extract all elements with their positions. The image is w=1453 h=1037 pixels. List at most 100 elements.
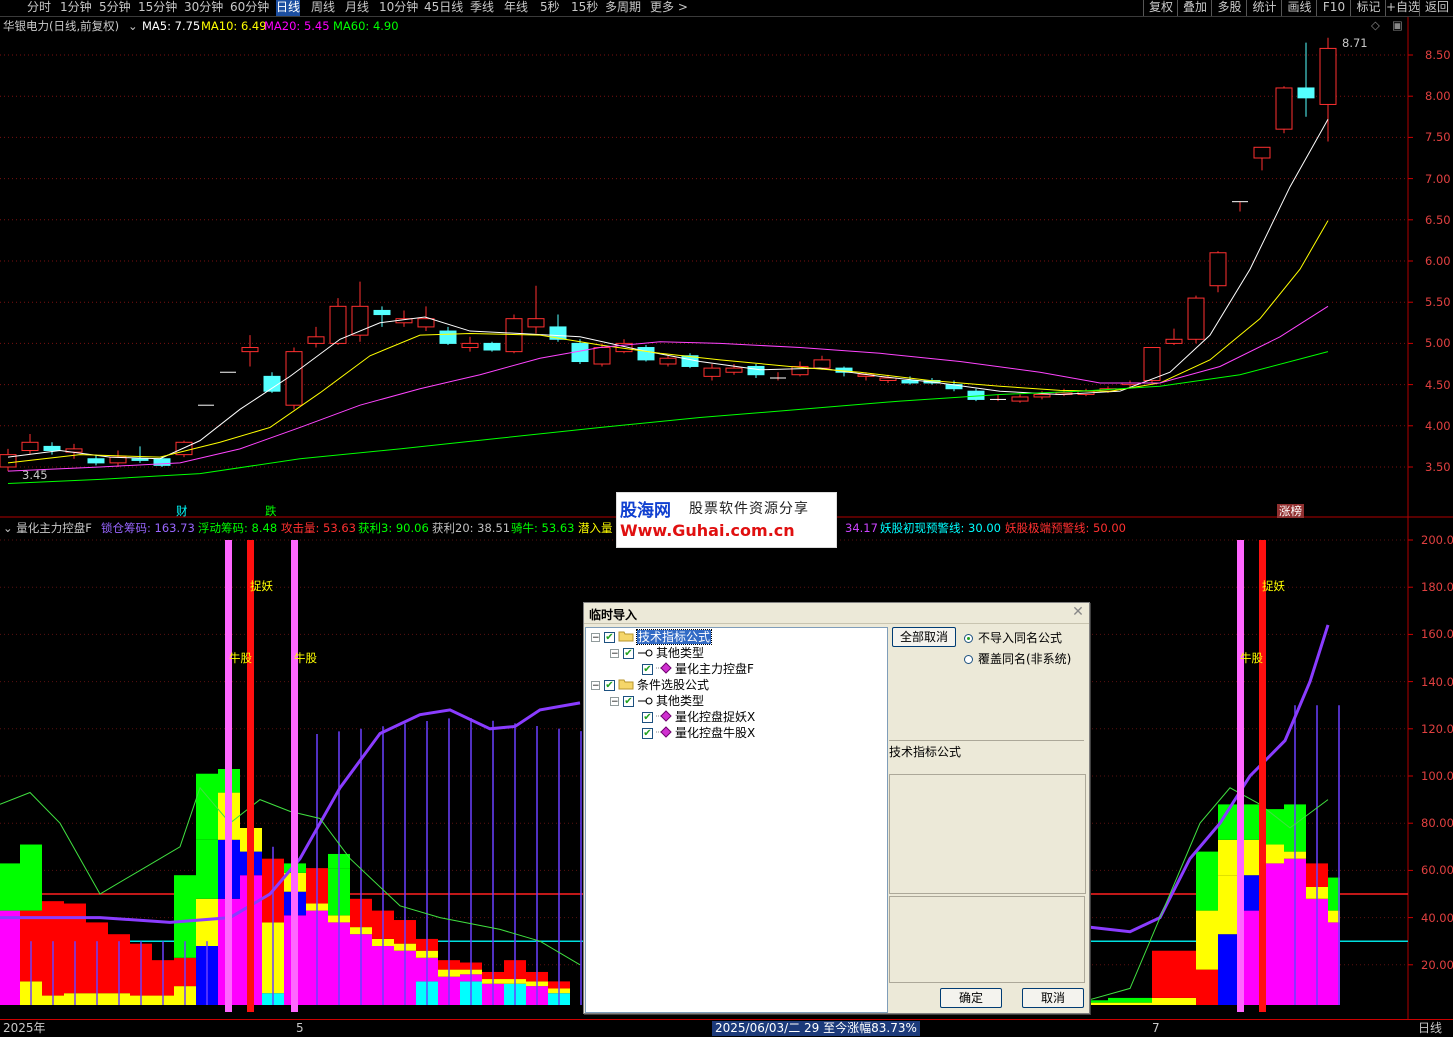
radio-selected-icon[interactable] xyxy=(964,634,973,643)
candle-body xyxy=(1143,347,1161,381)
indicator-column-segment xyxy=(1108,997,1130,1003)
formula-tree[interactable]: − ✔ 技术指标公式 − ✔ 其他类型 ✔ 量化主力控盘F − ✔ 条件选股公式 − ✔ 其他类型 ✔ 量化控… xyxy=(585,627,888,1013)
candle-body xyxy=(1253,146,1271,159)
checkbox-checked-icon[interactable]: ✔ xyxy=(642,728,653,739)
detail-box[interactable] xyxy=(889,896,1085,983)
candle-body xyxy=(43,445,61,452)
period-tab-16[interactable]: 更多 > xyxy=(650,0,688,16)
dialog-titlebar[interactable]: 临时导入 ✕ xyxy=(584,603,1089,624)
checkbox-checked-icon[interactable]: ✔ xyxy=(642,712,653,723)
zhangbang-marker: 涨榜 xyxy=(1277,504,1304,518)
diamond-icon[interactable]: ◇ xyxy=(1371,18,1380,32)
period-tab-3[interactable]: 15分钟 xyxy=(138,0,177,16)
toolbar-button-1[interactable]: 叠加 xyxy=(1177,0,1212,16)
candle-body xyxy=(1187,297,1205,340)
indicator-tick-label: 180.00 xyxy=(1421,580,1453,595)
period-tab-1[interactable]: 1分钟 xyxy=(60,0,92,16)
toolbar-button-0[interactable]: 复权 xyxy=(1143,0,1178,16)
checkbox-checked-icon[interactable]: ✔ xyxy=(604,632,615,643)
indicator-column-segment xyxy=(1218,875,1240,935)
tree-node[interactable]: − ✔ 其他类型 xyxy=(610,645,704,661)
radio-unselected-icon[interactable] xyxy=(964,655,973,664)
candle-body xyxy=(263,375,281,392)
low-price-label: 3.45 xyxy=(22,468,48,482)
folder-icon xyxy=(618,678,634,694)
signal-bar xyxy=(1237,540,1244,1012)
collapse-icon[interactable]: − xyxy=(591,633,600,643)
tree-node[interactable]: ✔ 量化控盘牛股X xyxy=(629,725,755,741)
cancel-button[interactable]: 取消 xyxy=(1022,988,1084,1008)
close-icon[interactable]: ✕ xyxy=(1071,605,1085,619)
window-icon[interactable]: ▣ xyxy=(1392,18,1403,32)
price-tick-label: 7.00 xyxy=(1425,171,1451,186)
tree-node-label: 量化控盘捉妖X xyxy=(675,710,756,724)
period-tab-8[interactable]: 月线 xyxy=(345,0,369,16)
period-tab-15[interactable]: 多周期 xyxy=(605,0,641,16)
period-tab-2[interactable]: 5分钟 xyxy=(99,0,131,16)
checkbox-checked-icon[interactable]: ✔ xyxy=(642,664,653,675)
candle-body xyxy=(373,309,391,316)
checkbox-checked-icon[interactable]: ✔ xyxy=(623,696,634,707)
indicator-column-segment xyxy=(1328,877,1340,911)
niugu-label-left2: 牛股 xyxy=(294,651,317,665)
price-tick-label: 8.50 xyxy=(1425,48,1451,62)
cancel-all-button[interactable]: 全部取消 xyxy=(892,627,956,647)
tree-node-label: 条件选股公式 xyxy=(637,678,710,692)
tree-node-label: 量化控盘牛股X xyxy=(675,726,756,740)
tree-node[interactable]: − ✔ 条件选股公式 xyxy=(591,677,709,693)
ma60-line xyxy=(7,351,1329,484)
toolbar-button-5[interactable]: F10 xyxy=(1316,0,1351,16)
toolbar-button-2[interactable]: 多股 xyxy=(1211,0,1247,16)
indicator-legend-item: 妖股极端预警线: 50.00 xyxy=(1005,521,1126,535)
period-tab-11[interactable]: 季线 xyxy=(470,0,494,16)
period-tab-13[interactable]: 5秒 xyxy=(540,0,560,16)
indicator-column-segment xyxy=(196,773,218,840)
period-tab-5[interactable]: 60分钟 xyxy=(230,0,269,16)
indicator-column-segment xyxy=(1130,997,1152,1003)
toolbar-button-8[interactable]: 返回 xyxy=(1419,0,1453,16)
period-tab-4[interactable]: 30分钟 xyxy=(184,0,223,16)
radio-no-import[interactable]: 不导入同名公式 xyxy=(964,631,1062,645)
toolbar-button-6[interactable]: 标记 xyxy=(1350,0,1386,16)
tree-node[interactable]: ✔ 量化控盘捉妖X xyxy=(629,709,755,725)
formula-icon xyxy=(656,725,672,742)
key-icon xyxy=(637,646,653,662)
period-tab-12[interactable]: 年线 xyxy=(504,0,528,16)
checkbox-checked-icon[interactable]: ✔ xyxy=(623,648,634,659)
ok-button[interactable]: 确定 xyxy=(940,988,1002,1008)
collapse-icon[interactable]: − xyxy=(610,649,619,659)
chevron-down-icon[interactable]: ⌄ xyxy=(3,521,13,535)
candle-body xyxy=(1275,87,1293,130)
indicator-column-segment xyxy=(196,898,218,946)
collapse-icon[interactable]: − xyxy=(610,697,619,707)
period-tab-7[interactable]: 周线 xyxy=(311,0,335,16)
tree-node[interactable]: − ✔ 其他类型 xyxy=(610,693,704,709)
period-tab-0[interactable]: 分时 xyxy=(27,0,51,16)
stock-title: 华银电力(日线,前复权) xyxy=(3,19,120,33)
period-status[interactable]: 日线 xyxy=(1418,1021,1442,1036)
ma5-line xyxy=(7,119,1329,460)
period-tab-6[interactable]: 日线 xyxy=(276,0,301,16)
chevron-down-icon[interactable]: ⌄ xyxy=(128,19,138,33)
toolbar-button-3[interactable]: 统计 xyxy=(1246,0,1282,16)
candle-body xyxy=(439,330,457,344)
price-tick-label: 5.00 xyxy=(1425,336,1451,351)
toolbar-button-7[interactable]: +自选 xyxy=(1385,0,1420,16)
candle-body xyxy=(417,318,435,328)
indicator-tick-label: 100.00 xyxy=(1421,769,1453,783)
period-tab-14[interactable]: 15秒 xyxy=(571,0,598,16)
indicator-column-segment xyxy=(1328,910,1340,923)
description-box[interactable] xyxy=(889,774,1086,894)
candle-body xyxy=(725,367,743,373)
period-tab-10[interactable]: 45日线 xyxy=(424,0,463,16)
radio-overwrite[interactable]: 覆盖同名(非系统) xyxy=(964,652,1071,666)
period-tab-9[interactable]: 10分钟 xyxy=(379,0,418,16)
collapse-icon[interactable]: − xyxy=(591,681,600,691)
tree-node[interactable]: ✔ 量化主力控盘F xyxy=(629,661,754,677)
checkbox-checked-icon[interactable]: ✔ xyxy=(604,680,615,691)
candle-body xyxy=(285,351,303,406)
candle-body xyxy=(307,336,325,344)
toolbar-button-4[interactable]: 画线 xyxy=(1281,0,1317,16)
tree-node[interactable]: − ✔ 技术指标公式 xyxy=(591,629,713,645)
watermark-line1: 股海网 xyxy=(620,501,671,521)
